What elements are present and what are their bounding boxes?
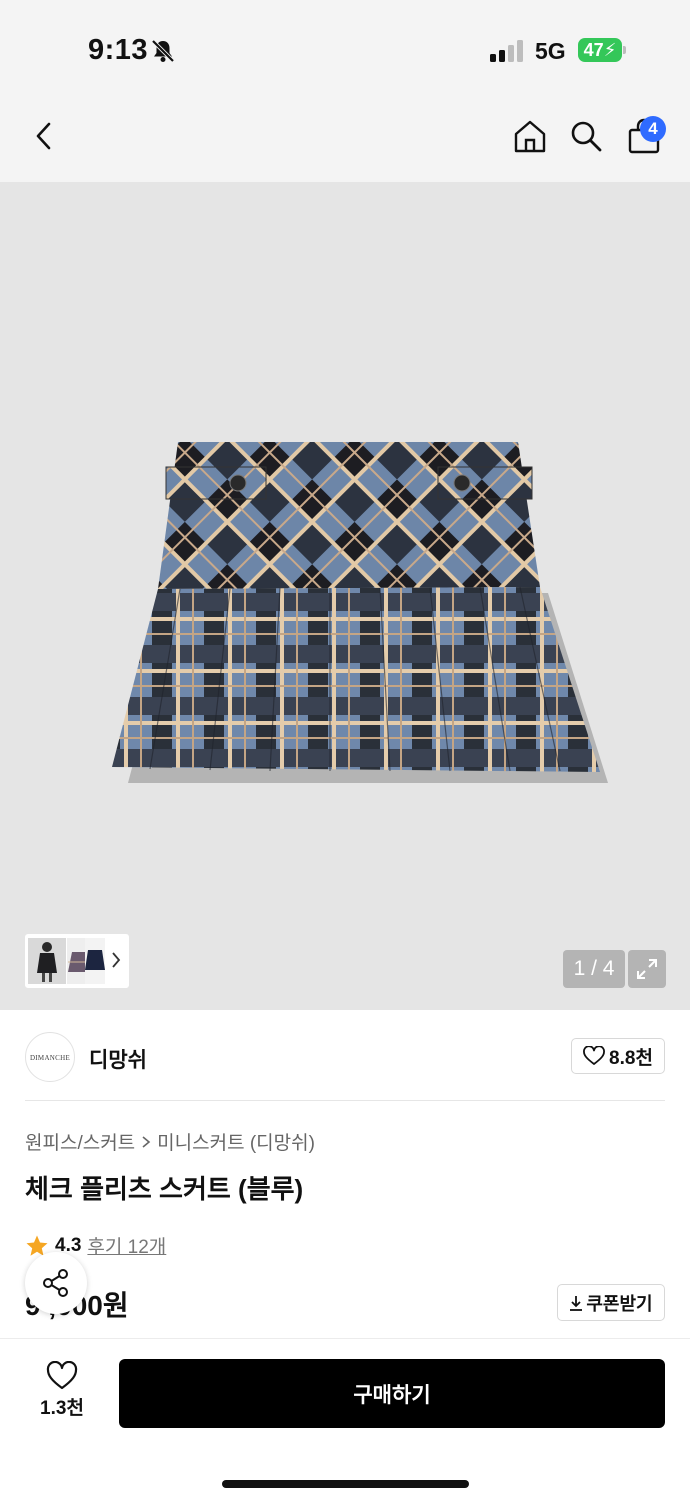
battery-level: 47 bbox=[583, 40, 604, 60]
network-label: 5G bbox=[535, 38, 566, 64]
product-title: 체크 플리츠 스커트 (블루) bbox=[25, 1174, 304, 1204]
home-indicator bbox=[222, 1480, 469, 1488]
breadcrumb: 원피스/스커트 미니스커트 (디망쉬) bbox=[25, 1128, 315, 1155]
expand-icon bbox=[637, 959, 657, 979]
product-image bbox=[112, 442, 608, 783]
thumbnail-model[interactable] bbox=[28, 938, 66, 984]
heart-icon bbox=[46, 1361, 78, 1390]
brand-like-count: 8.8천 bbox=[609, 1047, 653, 1069]
share-icon bbox=[43, 1269, 68, 1297]
thumbnail-strip[interactable] bbox=[25, 934, 129, 988]
home-icon bbox=[514, 120, 546, 153]
search-button[interactable] bbox=[564, 114, 608, 158]
bottom-action-bar: 1.3천 구매하기 bbox=[0, 1338, 690, 1500]
brand-like-button[interactable]: 8.8천 bbox=[571, 1038, 665, 1074]
coupon-button[interactable]: 쿠폰받기 bbox=[557, 1284, 665, 1321]
heart-icon bbox=[583, 1046, 605, 1065]
search-icon bbox=[571, 121, 602, 152]
fullscreen-button[interactable] bbox=[628, 950, 666, 988]
chevron-right-icon bbox=[142, 1135, 151, 1148]
image-counter: 1 / 4 bbox=[563, 950, 625, 988]
signal-icon bbox=[490, 40, 523, 62]
breadcrumb-subcategory[interactable]: 미니스커트 (디망쉬) bbox=[157, 1128, 315, 1155]
product-image-gallery[interactable]: 1 / 4 bbox=[0, 182, 690, 1010]
share-button[interactable] bbox=[25, 1252, 87, 1314]
coupon-label: 쿠폰받기 bbox=[586, 1293, 653, 1314]
header bbox=[0, 96, 690, 182]
cart-count-badge: 4 bbox=[640, 116, 666, 142]
buy-button[interactable]: 구매하기 bbox=[119, 1359, 665, 1428]
status-bar: 9:13 5G 47⚡ bbox=[0, 0, 690, 96]
download-icon bbox=[570, 1295, 583, 1311]
divider bbox=[25, 1100, 665, 1101]
battery-icon: 47⚡ bbox=[578, 38, 626, 62]
bell-off-icon bbox=[151, 39, 175, 63]
brand-logo[interactable]: DIMANCHE bbox=[25, 1032, 75, 1082]
wishlist-button[interactable]: 1.3천 bbox=[28, 1361, 96, 1427]
breadcrumb-category[interactable]: 원피스/스커트 bbox=[25, 1128, 135, 1155]
thumbnail-skirt-navy[interactable] bbox=[85, 938, 105, 984]
home-button[interactable] bbox=[508, 114, 552, 158]
wishlist-count: 1.3천 bbox=[40, 1398, 84, 1419]
chevron-left-icon bbox=[36, 122, 51, 150]
review-link[interactable]: 후기 12개 bbox=[87, 1232, 166, 1259]
brand-row[interactable]: DIMANCHE 디망쉬 8.8천 bbox=[25, 1030, 665, 1084]
back-button[interactable] bbox=[22, 114, 66, 158]
brand-name[interactable]: 디망쉬 bbox=[89, 1044, 147, 1074]
chevron-right-icon bbox=[112, 952, 121, 968]
status-time: 9:13 bbox=[88, 34, 149, 66]
